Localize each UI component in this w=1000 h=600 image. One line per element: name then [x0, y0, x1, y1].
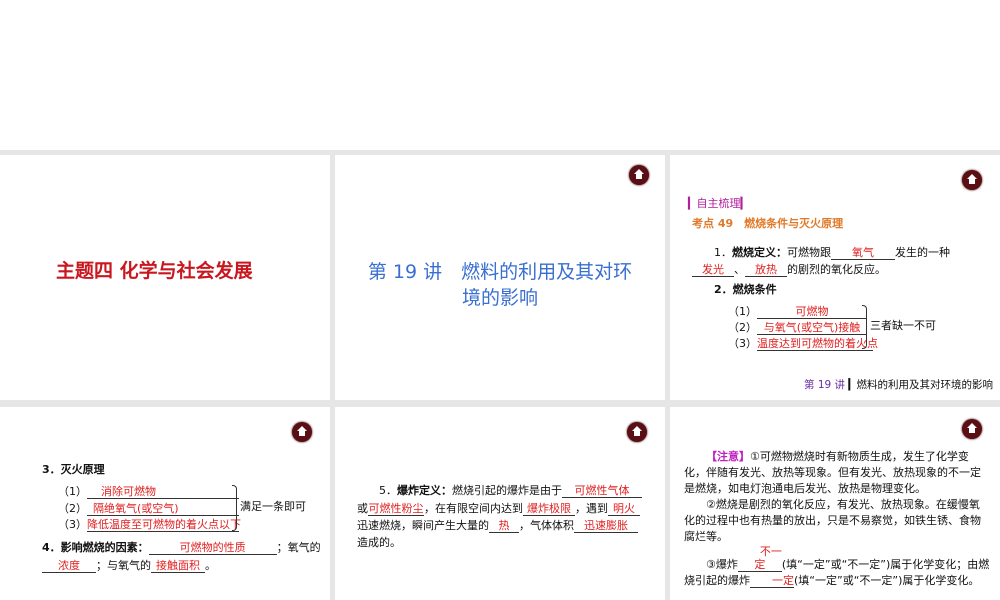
definition-line-1: 1．燃烧定义：可燃物跟 氧气 发生的一种	[714, 244, 950, 261]
footer: 第 19 讲 ▎燃料的利用及其对环境的影响	[804, 379, 993, 391]
answer-blank: 发光	[692, 263, 734, 277]
text: 燃烧引起的爆炸是由于	[452, 484, 562, 497]
slide-1[interactable]: 主题四 化学与社会发展	[0, 155, 330, 400]
text: 。	[205, 559, 216, 572]
text: 可燃物跟	[787, 246, 831, 259]
explosion-line-3: 迅速燃烧，瞬间产生大量的热，气体体积 迅速膨胀	[357, 517, 638, 534]
answer-blank: 可燃物	[757, 305, 867, 319]
answer-blank: 接触面积	[151, 559, 205, 573]
answer-blank: 爆炸极限	[523, 502, 575, 516]
text: (填“一定”或“不一定”)属于化学变化。	[794, 574, 980, 587]
brace	[232, 485, 237, 531]
answer-blank: 隔绝氧气(或空气)	[87, 502, 239, 516]
footer-title: 燃料的利用及其对环境的影响	[856, 379, 993, 391]
text: 或	[357, 502, 368, 515]
factors-line-1: 4．影响燃烧的因素： 可燃物的性质 ；氧气的	[42, 539, 321, 556]
num: （1）	[58, 485, 87, 498]
factors-line-2: 浓度 ；与氧气的 接触面积。	[42, 557, 216, 574]
num: （2）	[728, 321, 757, 334]
slide-title: 主题四 化学与社会发展	[56, 260, 253, 282]
lecture-title: 第 19 讲 燃料的利用及其对环 境的影响	[335, 259, 665, 311]
num: （3）	[58, 518, 87, 531]
answer-blank: 消除可燃物	[87, 485, 239, 499]
text: 发生的一种	[895, 246, 950, 259]
title-line-2: 境的影响	[461, 287, 538, 309]
topic-heading: 考点 49 燃烧条件与灭火原理	[692, 217, 844, 230]
label: 燃烧定义：	[732, 246, 787, 259]
note-3: ③爆炸不一定 (填“一定”或“不一定”)属于化学变化；由燃烧引起的爆炸 一定(填“一…	[684, 545, 990, 589]
answer-blank: 温度达到可燃物的着火点	[757, 337, 878, 351]
home-icon[interactable]	[962, 170, 982, 190]
answer-blank: 可燃性粉尘	[368, 502, 424, 516]
text: ，气体体积	[519, 519, 574, 532]
answer-blank: 可燃性气体	[562, 484, 642, 498]
num: （3）	[728, 337, 757, 350]
brace-note: 满足一条即可	[240, 500, 306, 513]
text: ，遇到	[575, 502, 608, 515]
condition-3: （3）温度达到可燃物的着火点	[728, 335, 878, 352]
item-2: （2） 隔绝氧气(或空气)	[58, 500, 239, 517]
home-icon[interactable]	[292, 422, 312, 442]
condition-1: （1） 可燃物	[728, 303, 867, 320]
text: 迅速燃烧，瞬间产生大量的	[357, 519, 489, 532]
answer-blank: 可燃物的性质	[148, 541, 277, 555]
text: ；与氧气的	[96, 559, 151, 572]
answer-blank: 浓度	[42, 559, 96, 573]
text: 、	[734, 263, 745, 276]
item-1: （1） 消除可燃物	[58, 483, 239, 500]
item-3: （3）降低温度至可燃物的着火点以下	[58, 516, 241, 533]
num: 1．	[714, 246, 732, 259]
note-1: 【注意】①可燃物燃烧时有新物质生成，发生了化学变化，伴随有发光、放热等现象。但有…	[684, 449, 990, 497]
answer-blank: 明火	[608, 502, 640, 516]
slide-6[interactable]: 【注意】①可燃物燃烧时有新物质生成，发生了化学变化，伴随有发光、放热等现象。但有…	[670, 407, 1000, 600]
num: 5．	[379, 484, 397, 497]
notes-text: 【注意】①可燃物燃烧时有新物质生成，发生了化学变化，伴随有发光、放热等现象。但有…	[684, 449, 990, 589]
explosion-line-2: 或可燃性粉尘，在有限空间内达到 爆炸极限 ，遇到 明火	[357, 500, 640, 517]
note-2: ②燃烧是剧烈的氧化反应，有发光、放热现象。在缓慢氧化的过程中也有热量的放出，只是…	[684, 498, 981, 543]
text: ，在有限空间内达到	[424, 502, 523, 515]
title-line-1: 第 19 讲 燃料的利用及其对环	[367, 261, 633, 283]
text: ③爆炸	[706, 558, 738, 571]
answer-blank: 不一定	[737, 545, 782, 572]
condition-2: （2） 与氧气(或空气)接触	[728, 319, 867, 336]
section-label: ▎自主梳理▎	[688, 197, 749, 210]
slide-grid: 主题四 化学与社会发展 第 19 讲 燃料的利用及其对环 境的影响 ▎自主梳理▎…	[0, 150, 1000, 600]
answer-blank: 降低温度至可燃物的着火点以下	[87, 518, 241, 532]
definition-line-2: 发光、放热 的剧烈的氧化反应。	[692, 261, 886, 278]
answer-blank: 与氧气(或空气)接触	[757, 321, 867, 335]
label: 4．影响燃烧的因素：	[42, 541, 149, 554]
brace-note: 三者缺一不可	[870, 319, 936, 332]
conditions-heading: 2．燃烧条件	[714, 283, 777, 296]
label: 爆炸定义：	[397, 484, 452, 497]
note-tag: 【注意】	[706, 450, 750, 463]
slide-4[interactable]: 3．灭火原理 （1） 消除可燃物 （2） 隔绝氧气(或空气) （3）降低温度至可燃物…	[0, 407, 330, 600]
section-heading: 3．灭火原理	[42, 463, 105, 476]
text: 的剧烈的氧化反应。	[787, 263, 886, 276]
footer-lecture-number: 第 19 讲	[804, 379, 846, 391]
text: ；氧气的	[276, 541, 321, 554]
answer-blank: 放热	[745, 263, 787, 277]
brace	[862, 305, 867, 349]
home-icon[interactable]	[962, 419, 982, 439]
slide-5[interactable]: 5．爆炸定义：燃烧引起的爆炸是由于 可燃性气体 或可燃性粉尘，在有限空间内达到 爆炸…	[335, 407, 665, 600]
answer-blank: 氧气	[831, 246, 895, 260]
answer-blank: 一定	[750, 574, 794, 588]
explosion-line-4: 造成的。	[357, 536, 401, 549]
home-icon[interactable]	[627, 422, 647, 442]
explosion-line-1: 5．爆炸定义：燃烧引起的爆炸是由于 可燃性气体	[379, 482, 642, 499]
num: （1）	[728, 305, 757, 318]
slide-3[interactable]: ▎自主梳理▎ 考点 49 燃烧条件与灭火原理 1．燃烧定义：可燃物跟 氧气 发生的一…	[670, 155, 1000, 400]
answer-blank: 迅速膨胀	[574, 519, 638, 533]
slide-2[interactable]: 第 19 讲 燃料的利用及其对环 境的影响	[335, 155, 665, 400]
answer-blank: 热	[489, 519, 519, 533]
num: （2）	[58, 502, 87, 515]
home-icon[interactable]	[629, 165, 649, 185]
